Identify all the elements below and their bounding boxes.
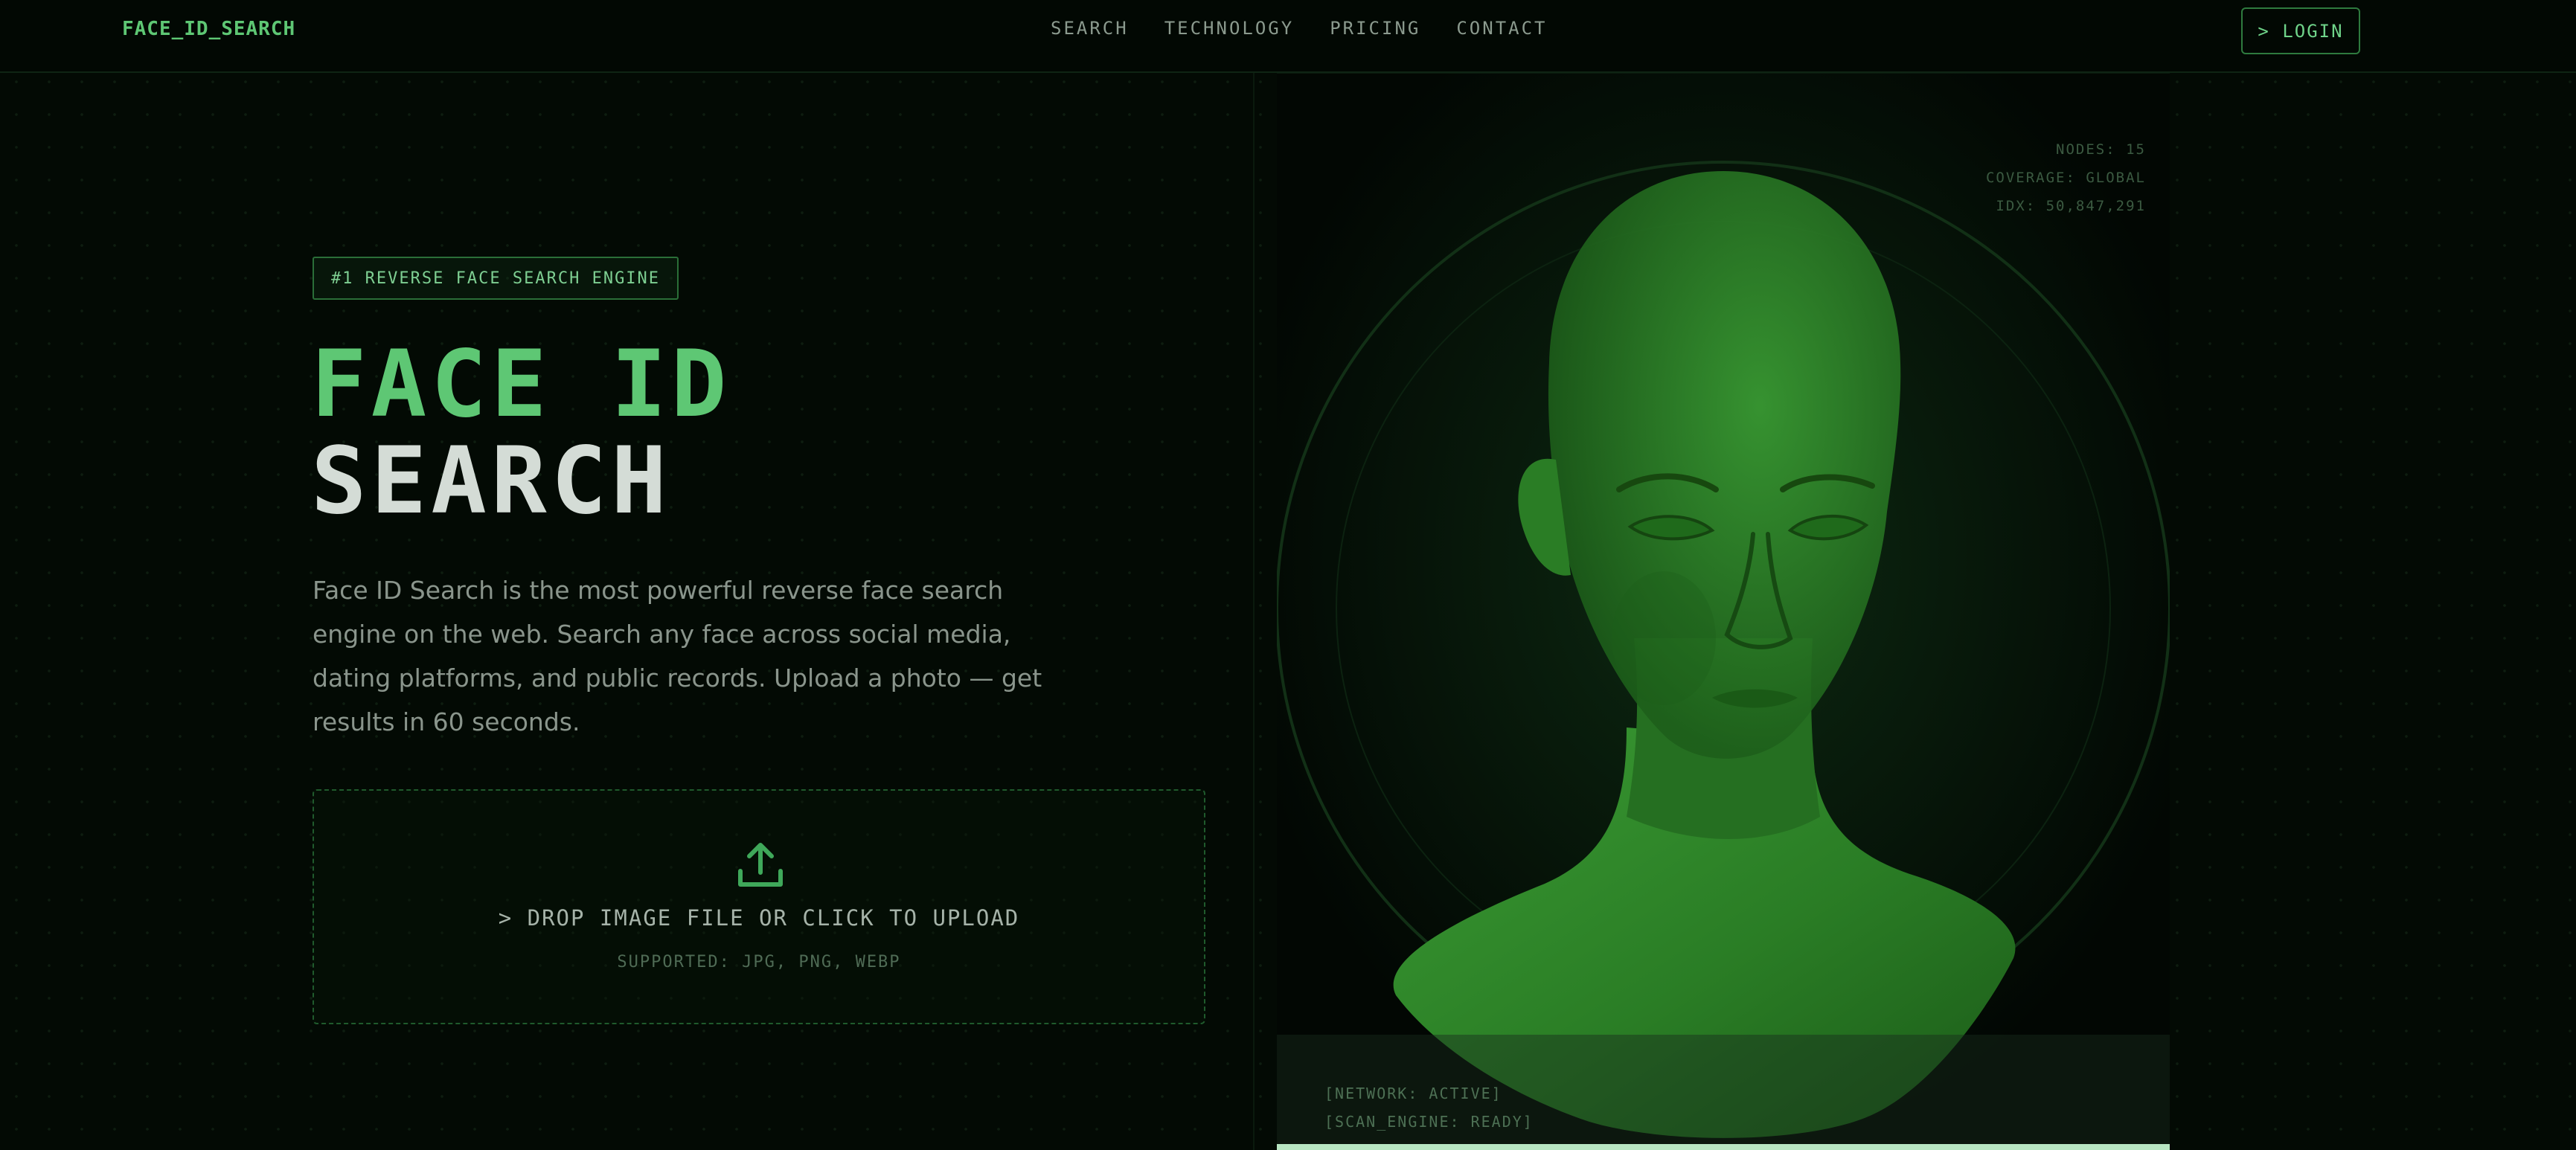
upload-supported-formats: SUPPORTED: JPG, PNG, WEBP [617, 953, 901, 971]
nav-link-search[interactable]: SEARCH [1051, 18, 1129, 39]
face-bust-illustration [1393, 171, 2016, 1138]
face-scan-visual: NODES: 15 COVERAGE: GLOBAL IDX: 50,847,2… [1277, 73, 2170, 1150]
nav-link-technology[interactable]: TECHNOLOGY [1164, 18, 1295, 39]
site-header: FACE_ID_SEARCH SEARCH TECHNOLOGY PRICING… [0, 0, 2576, 73]
site-logo[interactable]: FACE_ID_SEARCH [122, 18, 295, 40]
main-nav: SEARCH TECHNOLOGY PRICING CONTACT [1051, 18, 1548, 39]
hero-badge: #1 REVERSE FACE SEARCH ENGINE [313, 257, 679, 300]
hero-description: Face ID Search is the most powerful reve… [313, 576, 1042, 736]
hero-title-line1: FACE ID [311, 331, 731, 438]
column-divider [1253, 73, 1255, 1150]
scan-progress-line [1277, 1144, 2170, 1150]
nav-link-contact[interactable]: CONTACT [1456, 18, 1547, 39]
nav-link-pricing[interactable]: PRICING [1330, 18, 1420, 39]
status-scan-engine: [SCAN_ENGINE: READY] [1324, 1113, 1534, 1131]
status-network: [NETWORK: ACTIVE] [1324, 1085, 1502, 1102]
hud-index: IDX: 50,847,291 [1996, 198, 2146, 214]
upload-dropzone[interactable]: > DROP IMAGE FILE OR CLICK TO UPLOAD SUP… [313, 789, 1205, 1024]
upload-icon [738, 843, 783, 887]
hud-coverage: COVERAGE: GLOBAL [1985, 170, 2146, 186]
upload-title: > DROP IMAGE FILE OR CLICK TO UPLOAD [498, 905, 1020, 931]
hud-nodes: NODES: 15 [2056, 141, 2146, 158]
hero-title-line2: SEARCH [311, 428, 671, 535]
hero-title: FACE ID SEARCH [311, 336, 731, 530]
login-button[interactable]: > LOGIN [2241, 7, 2360, 54]
